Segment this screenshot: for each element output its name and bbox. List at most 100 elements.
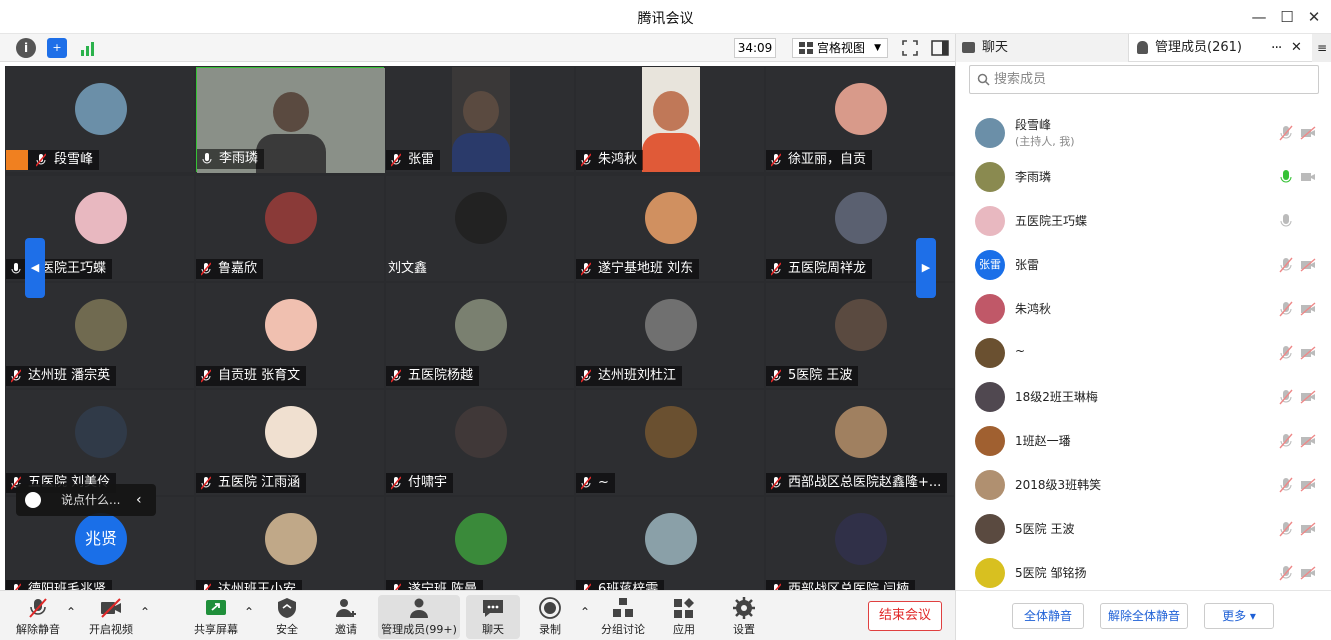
mic-off-icon: [771, 476, 781, 490]
participant-name: 遂宁基地班 刘东: [576, 259, 700, 279]
video-tile[interactable]: ~: [576, 390, 764, 495]
participant-name: 自贡班 张育文: [196, 366, 307, 386]
mute-all-button[interactable]: 全体静音: [1012, 603, 1084, 629]
video-tile[interactable]: 五医院 江雨涵: [196, 390, 384, 495]
video-tile[interactable]: 5医院 王波: [766, 283, 954, 388]
video-tile[interactable]: 徐亚丽，自贡: [766, 67, 954, 172]
video-tile[interactable]: 刘文鑫: [386, 176, 574, 281]
video-tile[interactable]: 西部战区总医院 闫楠: [766, 497, 954, 590]
member-list-item[interactable]: 5医院 邹铭扬: [956, 551, 1331, 595]
unmute-all-button[interactable]: 解除全体静音: [1100, 603, 1188, 629]
participant-name: 五医院周祥龙: [766, 259, 873, 279]
more-options-icon[interactable]: ···: [1271, 34, 1282, 62]
member-list-item[interactable]: 五医院王巧蝶: [956, 199, 1331, 243]
member-list-item[interactable]: 段雪峰 (主持人, 我): [956, 111, 1331, 155]
avatar: [975, 162, 1005, 192]
mic-off-icon: [581, 262, 591, 276]
mic-off-icon: [771, 262, 781, 276]
invite-button[interactable]: 邀请: [326, 595, 366, 639]
members-icon: [1137, 41, 1148, 54]
apps-icon: [674, 598, 694, 618]
member-list-item[interactable]: 1班赵一璠: [956, 419, 1331, 463]
member-list-item[interactable]: 李雨璘: [956, 155, 1331, 199]
member-list-item[interactable]: 朱鸿秋: [956, 287, 1331, 331]
signal-icon[interactable]: [78, 38, 98, 58]
video-tile[interactable]: 李雨璘: [196, 67, 385, 173]
meeting-toolbar: i + 34:09 宫格视图 ▼: [0, 34, 955, 62]
close-icon[interactable]: ✕: [1303, 6, 1325, 28]
video-tile[interactable]: 张雷: [386, 67, 574, 172]
record-button[interactable]: 录制: [530, 595, 570, 639]
apps-button[interactable]: 应用: [664, 595, 704, 639]
member-list-item[interactable]: 5医院 王波: [956, 507, 1331, 551]
video-tile[interactable]: 段雪峰: [6, 67, 194, 172]
share-options-chevron[interactable]: ⌃: [242, 595, 256, 639]
security-button[interactable]: 安全: [268, 595, 306, 639]
audio-options-chevron[interactable]: ⌃: [64, 595, 78, 639]
member-name: 五医院王巧蝶: [1015, 214, 1088, 228]
member-list-item[interactable]: ~: [956, 331, 1331, 375]
more-button[interactable]: 更多 ▾: [1204, 603, 1274, 629]
quick-chat-pill[interactable]: 说点什么... ‹: [16, 484, 156, 516]
member-role: (主持人, 我): [1015, 135, 1075, 148]
participant-name: 鲁嘉欣: [196, 259, 264, 279]
view-mode-label: 宫格视图: [817, 41, 866, 55]
avatar: [975, 426, 1005, 456]
participant-name: 达州班 潘宗英: [6, 366, 117, 386]
grid-prev-arrow[interactable]: ◀: [25, 238, 45, 298]
mic-off-icon: [29, 598, 47, 618]
info-icon[interactable]: i: [16, 38, 36, 58]
menu-icon[interactable]: ≡: [1312, 34, 1331, 62]
member-name: ~: [1015, 344, 1026, 358]
end-meeting-button[interactable]: 结束会议: [868, 601, 942, 631]
avatar: [645, 299, 697, 351]
start-video-button[interactable]: 开启视频: [84, 595, 138, 639]
manage-members-button[interactable]: 管理成员(99+): [378, 595, 460, 639]
video-tile[interactable]: 达州班刘杜江: [576, 283, 764, 388]
participant-name: 段雪峰: [6, 150, 100, 170]
member-list-item[interactable]: 2018级3班韩笑: [956, 463, 1331, 507]
member-list-item[interactable]: 张雷 张雷: [956, 243, 1331, 287]
maximize-icon[interactable]: ☐: [1276, 6, 1298, 28]
video-tile[interactable]: 五医院 刘美伶: [6, 390, 194, 495]
share-screen-button[interactable]: 共享屏幕: [190, 595, 242, 639]
grid-next-arrow[interactable]: ▶: [916, 238, 936, 298]
member-name: 5医院 王波: [1015, 522, 1075, 536]
participant-name-text: 五医院 江雨涵: [218, 475, 301, 490]
video-tile[interactable]: 遂宁基地班 刘东: [576, 176, 764, 281]
tab-chat[interactable]: 聊天: [956, 34, 1128, 62]
fullscreen-icon[interactable]: [900, 38, 920, 58]
collapse-icon[interactable]: ‹: [136, 484, 142, 516]
video-tile[interactable]: 朱鸿秋: [576, 67, 764, 172]
video-tile[interactable]: 付啸宇: [386, 390, 574, 495]
record-options-chevron[interactable]: ⌃: [578, 595, 592, 639]
video-tile[interactable]: 鲁嘉欣: [196, 176, 384, 281]
member-list-item[interactable]: 18级2班王琳梅: [956, 375, 1331, 419]
close-tab-icon[interactable]: ✕: [1291, 34, 1302, 62]
video-tile[interactable]: 五医院杨越: [386, 283, 574, 388]
video-tile[interactable]: 达州班王小安: [196, 497, 384, 590]
avatar: 张雷: [975, 250, 1005, 280]
member-search-input[interactable]: 搜索成员: [969, 65, 1319, 94]
video-tile[interactable]: 自贡班 张育文: [196, 283, 384, 388]
camera-off-icon: [1300, 126, 1316, 140]
video-options-chevron[interactable]: ⌃: [138, 595, 152, 639]
shield-icon[interactable]: +: [47, 38, 67, 58]
video-tile[interactable]: 西部战区总医院赵鑫隆+...: [766, 390, 954, 495]
mic-off-icon: [391, 476, 401, 490]
breakout-icon: [613, 598, 633, 617]
video-tile[interactable]: 6班蒋梓雯: [576, 497, 764, 590]
avatar: [835, 299, 887, 351]
unmute-button[interactable]: 解除静音: [12, 595, 64, 639]
chat-button[interactable]: 聊天: [466, 595, 520, 639]
tab-members[interactable]: 管理成员(261) ··· ✕ ≡: [1128, 34, 1331, 62]
breakout-button[interactable]: 分组讨论: [598, 595, 648, 639]
video-tile[interactable]: 遂宁班 陈曼: [386, 497, 574, 590]
view-mode-dropdown[interactable]: 宫格视图 ▼: [792, 38, 888, 58]
camera-off-icon: [1300, 302, 1316, 316]
video-tile[interactable]: 达州班 潘宗英: [6, 283, 194, 388]
minimize-icon[interactable]: —: [1248, 6, 1270, 28]
sidebar-toggle-icon[interactable]: [930, 38, 950, 58]
emoji-icon[interactable]: [25, 492, 41, 508]
settings-button[interactable]: 设置: [724, 595, 764, 639]
